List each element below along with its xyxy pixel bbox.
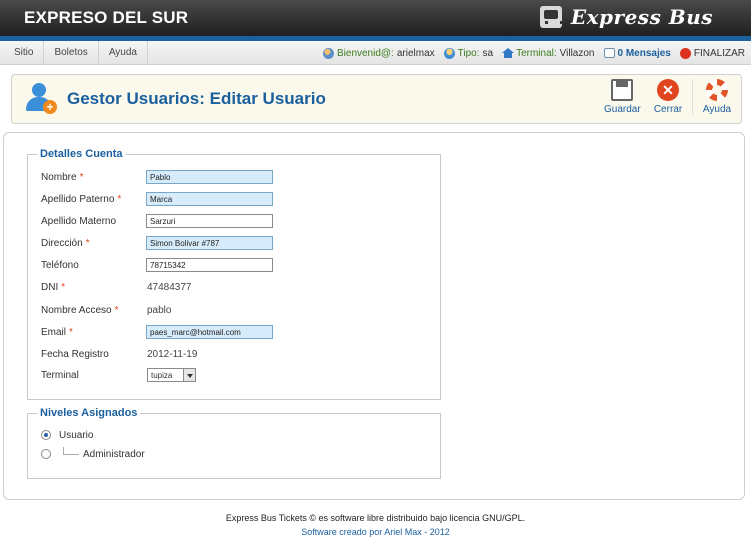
nombre-row: Nombre * xyxy=(41,170,431,186)
footer: Express Bus Tickets © es software libre … xyxy=(0,511,751,539)
terminal-label: Terminal: xyxy=(516,47,557,59)
fecha-registro-value: 2012-11-19 xyxy=(147,349,198,360)
nombre-field[interactable] xyxy=(146,170,273,184)
chevron-down-icon xyxy=(183,369,195,381)
floppy-disk-icon xyxy=(611,79,633,101)
toolbar-panel: + Gestor Usuarios: Editar Usuario Guarda… xyxy=(11,74,742,124)
toolbar-divider xyxy=(692,79,693,115)
assigned-levels-fieldset: Niveles Asignados xyxy=(27,407,441,479)
main-menu: Sitio Boletos Ayuda xyxy=(4,41,148,65)
telefono-label: Teléfono xyxy=(41,260,79,271)
email-label: Email * xyxy=(41,327,73,338)
site-title: EXPRESO DEL SUR xyxy=(24,8,189,27)
email-row: Email * xyxy=(41,325,431,341)
welcome-label: Bienvenid@: xyxy=(336,47,394,59)
power-icon xyxy=(679,47,691,59)
assigned-levels-legend: Niveles Asignados xyxy=(40,407,138,419)
apellido-materno-field[interactable] xyxy=(146,214,273,228)
menu-bar: Sitio Boletos Ayuda Bienvenid@: arielmax … xyxy=(0,41,751,65)
logout-label: FINALIZAR xyxy=(693,47,745,59)
level-option-administrador[interactable]: Administrador xyxy=(41,447,145,461)
administrador-label: Administrador xyxy=(83,448,145,460)
home-icon xyxy=(502,48,515,58)
top-header: EXPRESO DEL SUR Express Bus xyxy=(0,0,751,36)
brand-logo: Express Bus xyxy=(539,5,713,29)
brand-name: Express Bus xyxy=(570,5,713,29)
terminal-row: Terminal tupiza xyxy=(41,368,431,384)
logout-link[interactable]: FINALIZAR xyxy=(679,47,745,59)
level-option-usuario[interactable]: Usuario xyxy=(41,428,93,442)
fecha-registro-label: Fecha Registro xyxy=(41,349,109,360)
terminal-value: Villazon xyxy=(559,47,595,59)
toolbar-buttons: Guardar ✕ Cerrar Ayuda xyxy=(604,79,735,115)
welcome-user: arielmax xyxy=(396,47,435,59)
apellido-materno-label: Apellido Materno xyxy=(41,216,117,227)
terminal-status: Terminal: Villazon xyxy=(502,47,595,59)
email-field[interactable] xyxy=(146,325,273,339)
user-add-icon: + xyxy=(24,83,57,115)
nombre-acceso-row: Nombre Acceso * pablo xyxy=(41,303,431,319)
direccion-field[interactable] xyxy=(146,236,273,250)
page-title: Gestor Usuarios: Editar Usuario xyxy=(67,89,326,108)
apellido-paterno-field[interactable] xyxy=(146,192,273,206)
messages-label: 0 Mensajes xyxy=(617,47,671,59)
telefono-row: Teléfono xyxy=(41,258,431,274)
type-status: Tipo: sa xyxy=(443,47,494,59)
tree-connector xyxy=(63,447,79,455)
usuario-radio[interactable] xyxy=(41,430,51,440)
dni-label: DNI * xyxy=(41,282,66,293)
type-label: Tipo: xyxy=(457,47,480,59)
help-label: Ayuda xyxy=(702,104,732,115)
close-label: Cerrar xyxy=(653,104,683,115)
account-details-legend: Detalles Cuenta xyxy=(40,148,123,160)
credits-link[interactable]: Software creado por Ariel Max - 2012 xyxy=(0,525,751,539)
bus-icon xyxy=(539,6,563,28)
save-button[interactable]: Guardar xyxy=(604,79,641,115)
terminal-select-value: tupiza xyxy=(151,371,173,380)
menu-item-sitio[interactable]: Sitio xyxy=(4,41,45,65)
type-value: sa xyxy=(482,47,494,59)
apellido-materno-row: Apellido Materno xyxy=(41,214,431,230)
direccion-label: Dirección * xyxy=(41,238,90,249)
apellido-paterno-row: Apellido Paterno * xyxy=(41,192,431,208)
dni-value: 47484377 xyxy=(147,282,192,293)
fecha-registro-row: Fecha Registro 2012-11-19 xyxy=(41,347,431,363)
usuario-label: Usuario xyxy=(59,429,94,441)
messages-link[interactable]: 0 Mensajes xyxy=(603,47,671,59)
help-button[interactable]: Ayuda xyxy=(699,79,735,115)
apellido-paterno-label: Apellido Paterno * xyxy=(41,194,122,205)
user-status: Bienvenid@: arielmax Tipo: sa Terminal: Vil… xyxy=(322,41,745,65)
user-type-icon xyxy=(443,47,455,59)
close-icon: ✕ xyxy=(657,79,679,101)
administrador-radio[interactable] xyxy=(41,449,51,459)
terminal-select[interactable]: tupiza xyxy=(147,368,196,382)
message-icon xyxy=(603,48,615,58)
dni-row: DNI * 47484377 xyxy=(41,280,431,296)
lifebuoy-icon xyxy=(706,79,728,101)
nombre-acceso-value: pablo xyxy=(147,305,172,316)
user-icon xyxy=(322,47,334,59)
telefono-field[interactable] xyxy=(146,258,273,272)
nombre-acceso-label: Nombre Acceso * xyxy=(41,305,119,316)
terminal-label: Terminal xyxy=(41,370,79,381)
nombre-label: Nombre * xyxy=(41,172,84,183)
direccion-row: Dirección * xyxy=(41,236,431,252)
menu-item-ayuda[interactable]: Ayuda xyxy=(99,41,148,65)
save-label: Guardar xyxy=(604,104,641,115)
close-button[interactable]: ✕ Cerrar xyxy=(650,79,686,115)
welcome-status: Bienvenid@: arielmax xyxy=(322,47,435,59)
menu-item-boletos[interactable]: Boletos xyxy=(44,41,99,65)
license-text: Express Bus Tickets © es software libre … xyxy=(225,513,526,523)
